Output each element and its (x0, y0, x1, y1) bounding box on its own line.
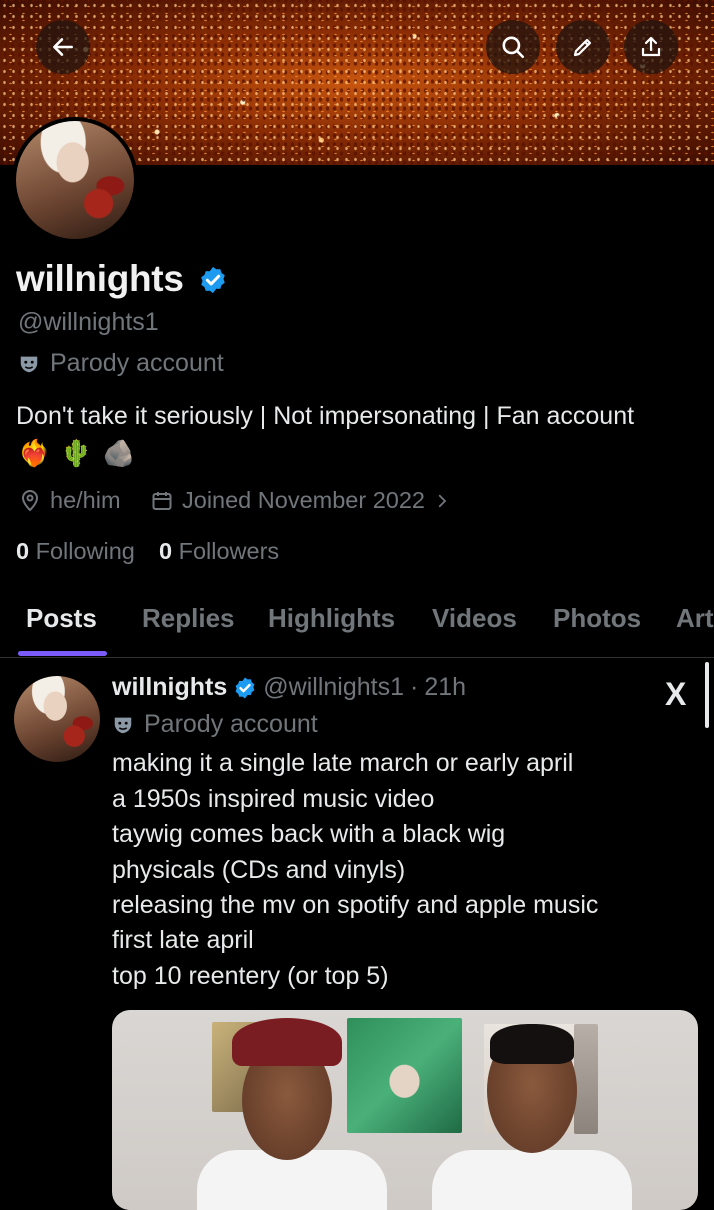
post-text-line: making it a single late march or early a… (112, 749, 574, 777)
tab-articles[interactable]: Art (676, 603, 714, 634)
profile-name-text: willnights (16, 258, 184, 299)
post-text-line: releasing the mv on spotify and apple mu… (112, 891, 599, 919)
post-text-line: physicals (CDs and vinyls) (112, 856, 406, 884)
following-label: Following (35, 538, 135, 564)
search-icon (502, 36, 525, 59)
calendar-icon (152, 491, 172, 510)
post-text-line: a 1950s inspired music video (112, 785, 435, 813)
share-icon (641, 36, 661, 57)
verified-badge-icon (235, 677, 255, 698)
joined-text: Joined November 2022 (182, 487, 425, 513)
post-time[interactable]: 21h (424, 673, 466, 702)
post-parody-text: Parody account (144, 710, 318, 738)
post-text-line: top 10 reentery (or top 5) (112, 962, 389, 990)
profile-bio: Don't take it seriously | Not impersonat… (16, 402, 635, 430)
wall-poster (574, 1024, 598, 1134)
bio-emojis: ❤️‍🔥 🌵 🪨 (18, 438, 135, 469)
search-button[interactable] (486, 20, 540, 74)
x-logo-icon: X (665, 676, 687, 712)
profile-tabs: Posts Replies Highlights Videos Photos A… (0, 597, 714, 658)
parody-label: Parody account (18, 349, 224, 378)
post-avatar[interactable] (14, 676, 100, 762)
profile-avatar[interactable] (12, 117, 138, 243)
post-text-line: first late april (112, 926, 254, 954)
parody-label-text: Parody account (50, 349, 224, 377)
pronouns: he/him (18, 487, 121, 514)
edit-button[interactable] (556, 20, 610, 74)
album-poster (347, 1018, 462, 1133)
post-avatar-image (14, 676, 100, 762)
post-author-handle[interactable]: @willnights1 (263, 673, 404, 702)
verified-badge-icon (200, 266, 225, 294)
followers-number: 0 (159, 538, 173, 564)
back-arrow-icon (53, 38, 73, 56)
following-number: 0 (16, 538, 30, 564)
chevron-right-icon (438, 494, 447, 507)
post-header: willnights @willnights1 · 21h (112, 673, 466, 702)
post-media-video[interactable] (112, 1010, 698, 1210)
joined-date[interactable]: Joined November 2022 (150, 487, 451, 514)
post-separator: · (410, 673, 419, 701)
profile-name: willnights (16, 258, 228, 300)
edit-pencil-icon (573, 38, 592, 57)
mask-icon (20, 356, 38, 372)
tab-photos[interactable]: Photos (553, 603, 641, 634)
cactus-emoji: 🌵 (60, 438, 93, 468)
back-button[interactable] (36, 20, 90, 74)
post-author-name[interactable]: willnights (112, 673, 227, 702)
tab-replies[interactable]: Replies (142, 603, 235, 634)
followers-count[interactable]: 0 Followers (159, 538, 279, 565)
location-pin-icon (21, 489, 39, 511)
tab-videos[interactable]: Videos (432, 603, 517, 634)
hair (490, 1024, 574, 1064)
profile-handle: @willnights1 (18, 308, 159, 336)
followers-label: Followers (178, 538, 280, 564)
active-tab-indicator (18, 651, 107, 656)
tab-highlights[interactable]: Highlights (268, 603, 395, 634)
share-button[interactable] (624, 20, 678, 74)
avatar-image (16, 121, 134, 239)
post-parody-label: Parody account (112, 710, 318, 739)
following-count[interactable]: 0 Following (16, 538, 135, 565)
tab-posts[interactable]: Posts (26, 603, 97, 634)
scrollbar[interactable] (705, 662, 709, 728)
red-cap (232, 1018, 342, 1066)
person-right-shirt (432, 1150, 632, 1210)
heart-on-fire-emoji: ❤️‍🔥 (18, 438, 51, 468)
mask-icon (114, 717, 132, 733)
rock-emoji: 🪨 (102, 438, 136, 468)
post-text-line: taywig comes back with a black wig (112, 820, 506, 848)
pronouns-text: he/him (50, 487, 121, 513)
